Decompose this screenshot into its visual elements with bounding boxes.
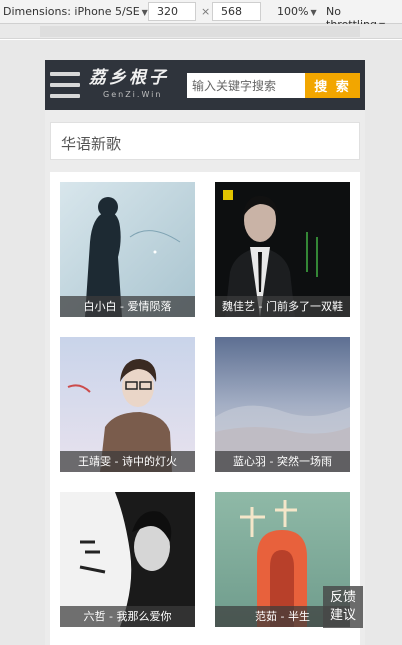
song-caption: 六哲 - 我那么爱你 (60, 606, 195, 627)
song-card[interactable]: 蓝心羽 - 突然一场雨 (215, 337, 350, 472)
feedback-label-line1: 反馈 (329, 590, 356, 605)
site-logo[interactable]: 荔乡根子 GenZi.Win (89, 68, 179, 104)
song-grid: 白小白 - 爱情陨落 魏佳艺 - 门前多了一双鞋 王靖雯 - 诗中的灯火 蓝心羽… (50, 172, 360, 645)
search-input[interactable] (187, 73, 305, 98)
zoom-select[interactable]: 100% ▼ (277, 5, 317, 18)
height-input[interactable]: 568 (212, 2, 261, 21)
devtools-toolbar: Dimensions: iPhone 5/SE ▼ 320 × 568 100% ▼… (0, 0, 402, 31)
section-header: 华语新歌 (50, 122, 360, 160)
song-card[interactable]: 六哲 - 我那么爱你 (60, 492, 195, 627)
device-select[interactable]: Dimensions: iPhone 5/SE ▼ (3, 5, 148, 18)
menu-icon[interactable] (50, 72, 80, 98)
chevron-down-icon: ▼ (141, 8, 148, 17)
search-button[interactable]: 搜 索 (305, 73, 360, 98)
song-caption: 王靖雯 - 诗中的灯火 (60, 451, 195, 472)
feedback-button[interactable]: 反馈 建议 (323, 586, 363, 628)
width-input[interactable]: 320 (148, 2, 196, 21)
section-title: 华语新歌 (61, 135, 122, 153)
song-card[interactable]: 白小白 - 爱情陨落 (60, 182, 195, 317)
song-caption: 魏佳艺 - 门前多了一双鞋 (215, 296, 350, 317)
times-icon: × (201, 5, 211, 18)
feedback-label-line2: 建议 (329, 608, 356, 623)
ruler-segment (40, 26, 360, 37)
song-caption: 白小白 - 爱情陨落 (60, 296, 195, 317)
media-query-ruler (0, 24, 402, 39)
song-card[interactable]: 王靖雯 - 诗中的灯火 (60, 337, 195, 472)
song-card[interactable]: 魏佳艺 - 门前多了一双鞋 (215, 182, 350, 317)
device-label: Dimensions: iPhone 5/SE (3, 5, 140, 18)
logo-subtitle: GenZi.Win (103, 90, 163, 99)
zoom-label: 100% (277, 5, 309, 18)
song-caption: 蓝心羽 - 突然一场雨 (215, 451, 350, 472)
chevron-down-icon: ▼ (310, 8, 317, 17)
logo-title: 荔乡根子 (89, 68, 169, 88)
site-header: 荔乡根子 GenZi.Win 搜 索 (45, 60, 365, 110)
phone-page: 荔乡根子 GenZi.Win 搜 索 华语新歌 白小白 - 爱情陨落 (45, 60, 365, 645)
